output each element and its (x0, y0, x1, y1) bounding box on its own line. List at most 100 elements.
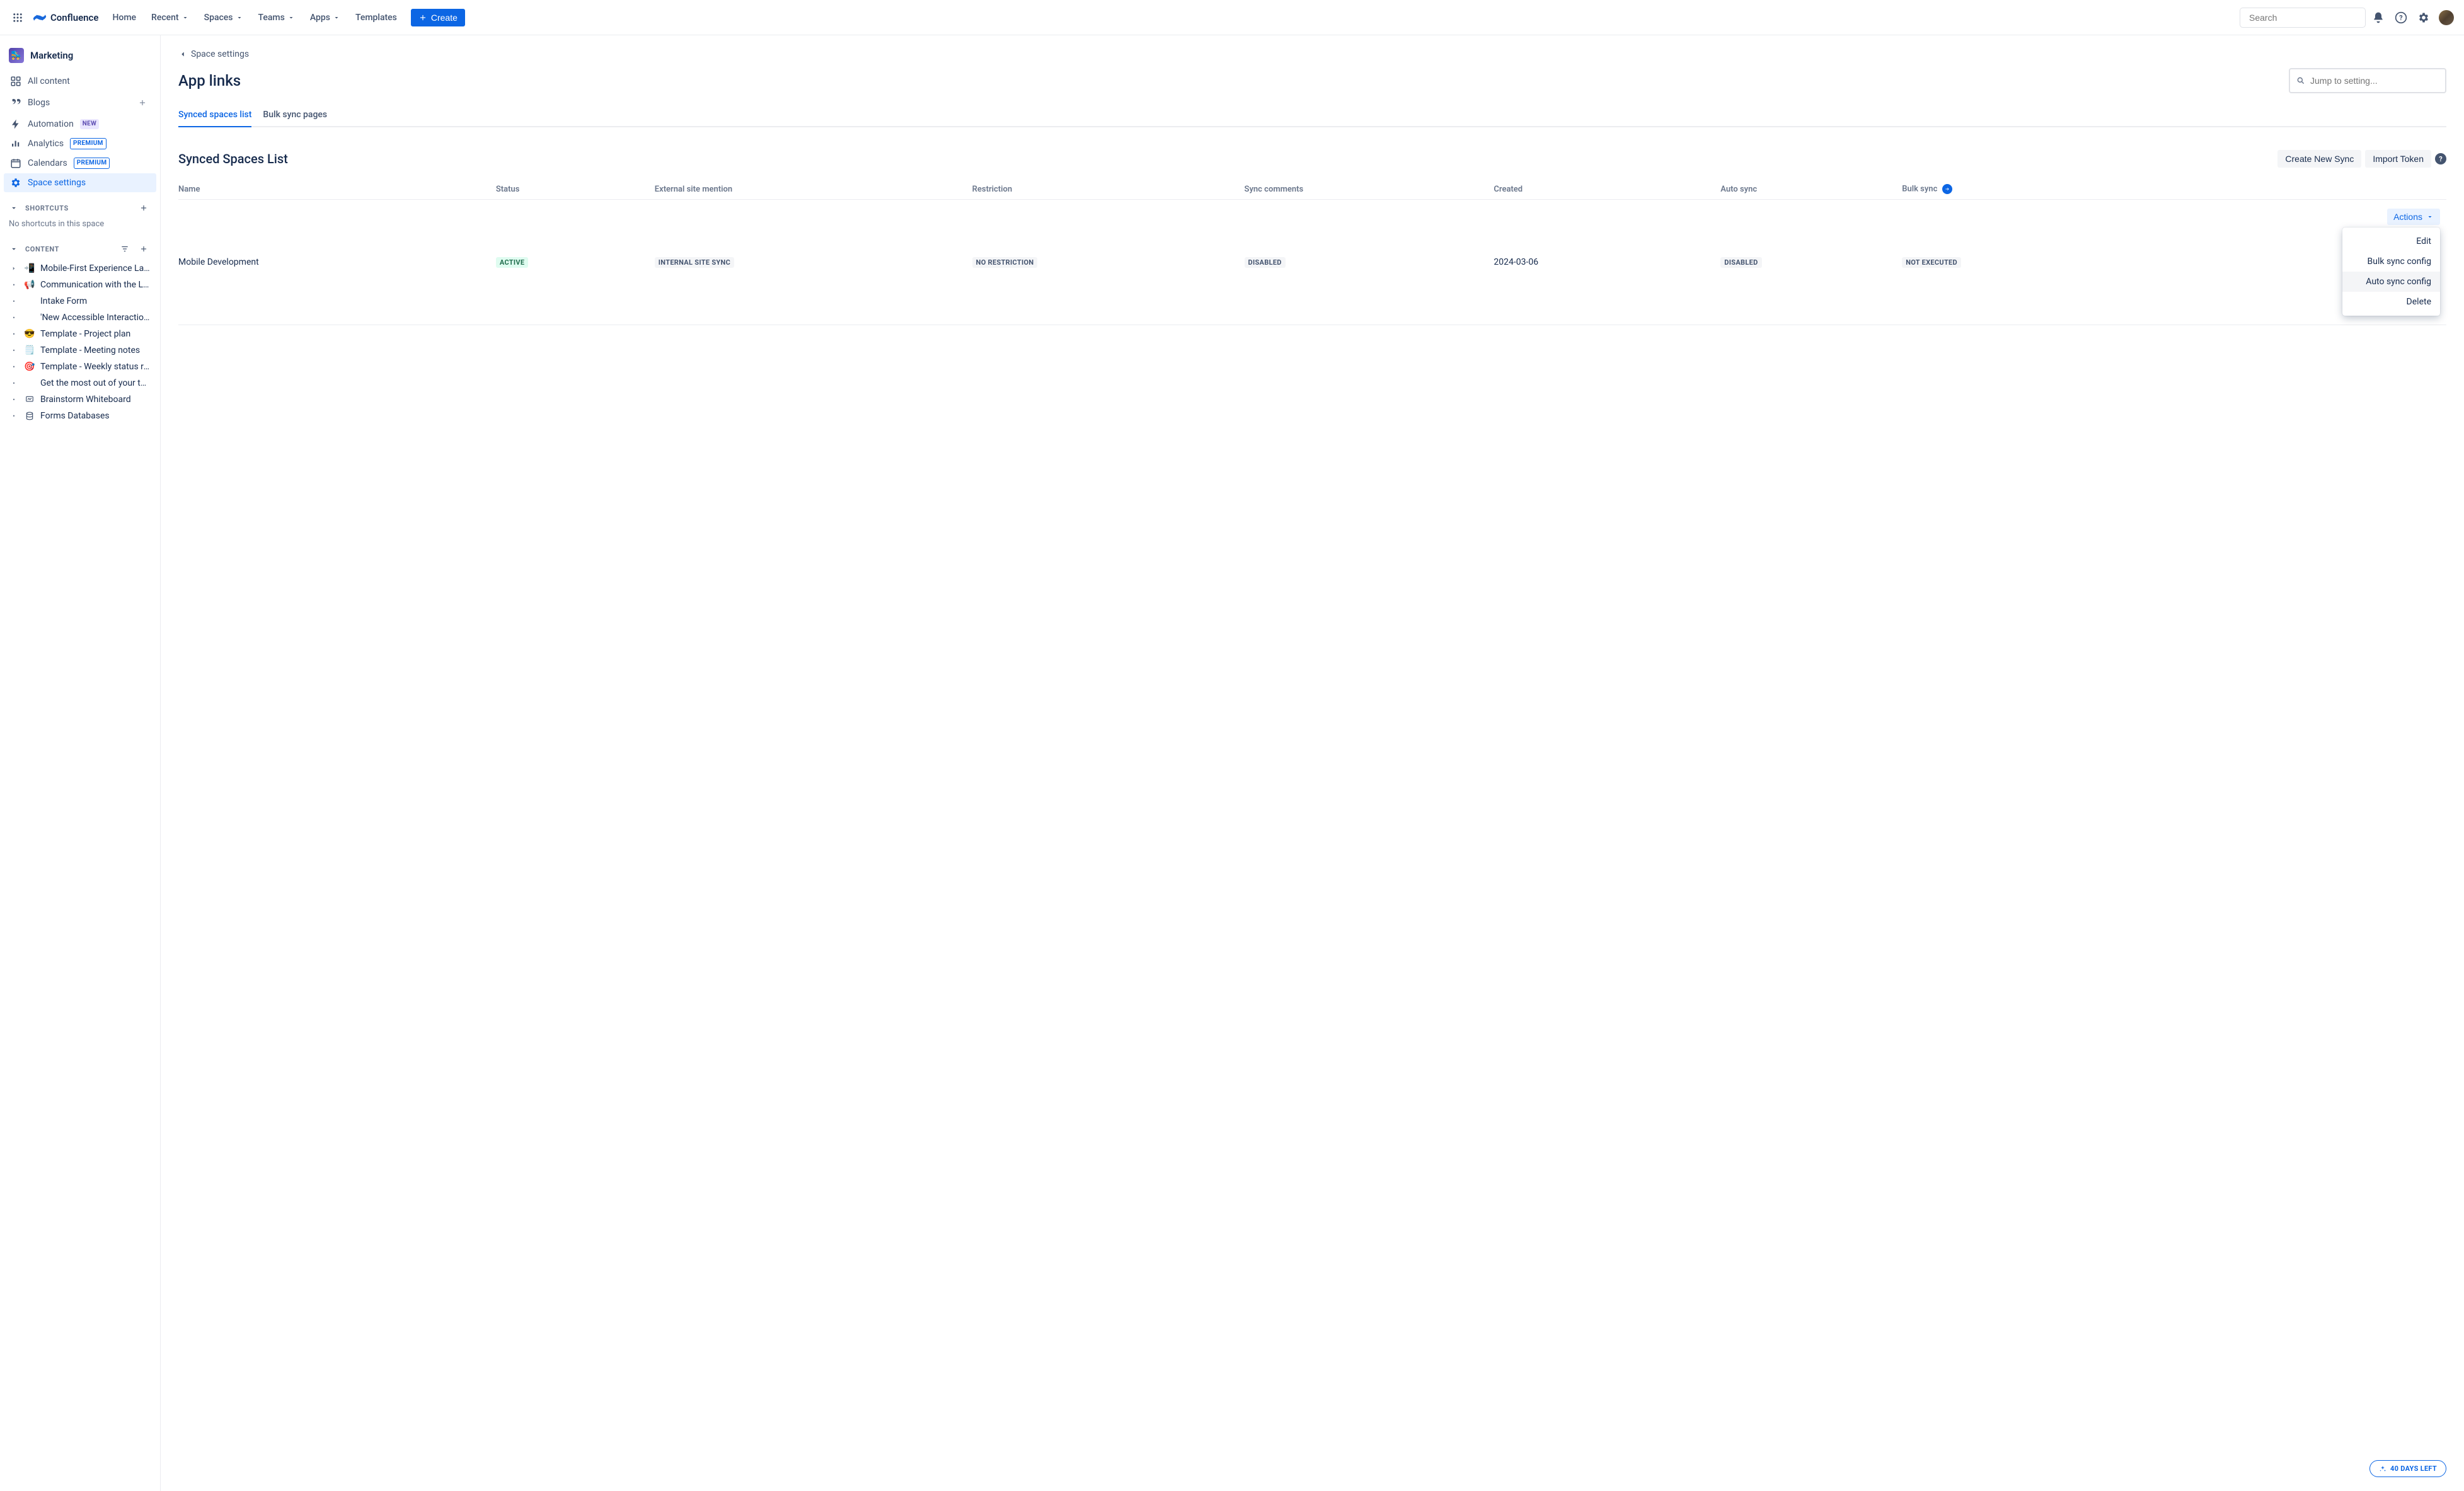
tree-item-icon (24, 412, 35, 420)
tree-item[interactable]: •🗒️Template - Meeting notes (4, 342, 156, 359)
menu-item-delete[interactable]: Delete (2342, 292, 2440, 312)
tree-item[interactable]: •Intake Form (4, 293, 156, 309)
top-nav-left: Confluence Home Recent Spaces Teams Apps… (8, 8, 465, 28)
menu-item-edit[interactable]: Edit (2342, 231, 2440, 251)
profile-button[interactable] (2436, 8, 2456, 28)
menu-item-auto-sync-config[interactable]: Auto sync config (2342, 272, 2440, 292)
tree-bullet: • (9, 363, 19, 371)
sidebar-item-calendars[interactable]: Calendars PREMIUM (4, 154, 156, 173)
nav-templates-label: Templates (355, 13, 397, 23)
tree-item-label: Get the most out of your team space (40, 378, 150, 388)
chevron-down-icon (333, 14, 340, 21)
brand-name: Confluence (50, 12, 98, 23)
app-switcher-button[interactable] (8, 8, 28, 28)
calendar-icon (10, 158, 21, 169)
nav-teams[interactable]: Teams (252, 9, 301, 26)
sidebar-nav: All content Blogs Automation NEW Analyti… (0, 71, 160, 194)
tab-synced-spaces[interactable]: Synced spaces list (178, 105, 251, 127)
sidebar-item-analytics[interactable]: Analytics PREMIUM (4, 134, 156, 153)
top-nav: Confluence Home Recent Spaces Teams Apps… (0, 0, 2464, 35)
th-external-site: External site mention (655, 179, 972, 200)
analytics-icon (10, 138, 21, 149)
sidebar-item-label: All content (28, 76, 150, 86)
search-icon (2296, 76, 2305, 85)
chevron-down-icon (236, 14, 243, 21)
tree-item-icon: 📲 (24, 263, 35, 273)
tabs: Synced spaces list Bulk sync pages (178, 105, 2446, 127)
shortcuts-header: SHORTCUTS (0, 194, 160, 218)
tree-item[interactable]: •Forms Databases (4, 408, 156, 424)
help-button[interactable]: ? (2391, 8, 2411, 28)
sidebar-item-space-settings[interactable]: Space settings (4, 173, 156, 192)
breadcrumb-link[interactable]: Space settings (191, 49, 249, 59)
add-content-button[interactable] (136, 241, 151, 256)
global-search[interactable] (2240, 8, 2366, 28)
space-header[interactable]: 🛼 Marketing (0, 40, 160, 71)
th-bulk-sync-label: Bulk sync (1902, 184, 1937, 193)
status-badge: NOT EXECUTED (1902, 257, 1961, 268)
nav-spaces[interactable]: Spaces (198, 9, 250, 26)
settings-button[interactable] (2414, 8, 2434, 28)
shortcuts-empty: No shortcuts in this space (0, 218, 160, 235)
global-search-input[interactable] (2249, 13, 2363, 23)
sidebar-item-blogs[interactable]: Blogs (4, 91, 156, 114)
notifications-button[interactable] (2368, 8, 2388, 28)
tree-expander[interactable] (9, 265, 19, 272)
import-token-button[interactable]: Import Token (2365, 150, 2431, 168)
section-actions: Create New Sync Import Token ? (2277, 150, 2446, 168)
nav-recent[interactable]: Recent (145, 9, 195, 26)
menu-item-bulk-sync-config[interactable]: Bulk sync config (2342, 251, 2440, 272)
create-new-sync-button[interactable]: Create New Sync (2277, 150, 2361, 168)
section-help-button[interactable]: ? (2435, 153, 2446, 164)
tree-bullet: • (9, 297, 19, 306)
tree-item[interactable]: •📢Communication with the Loop (4, 277, 156, 293)
filter-icon (120, 245, 129, 253)
tree-item[interactable]: •Brainstorm Whiteboard (4, 391, 156, 408)
tab-bulk-sync-pages[interactable]: Bulk sync pages (263, 105, 327, 127)
jump-to-setting[interactable] (2289, 68, 2446, 93)
tree-item-label: Communication with the Loop (40, 280, 150, 290)
create-button[interactable]: Create (411, 9, 465, 26)
content-sort-button[interactable] (117, 241, 132, 256)
sidebar-item-all-content[interactable]: All content (4, 72, 156, 91)
th-bulk-sync: Bulk sync (1902, 179, 2174, 200)
jump-to-setting-input[interactable] (2310, 76, 2439, 86)
tree-item[interactable]: •😎Template - Project plan (4, 326, 156, 342)
cell-auto-sync: DISABLED (1720, 200, 1902, 325)
shortcuts-collapse-button[interactable] (6, 200, 21, 216)
brand[interactable]: Confluence (33, 11, 98, 25)
tree-item[interactable]: •'New Accessible Interaction Anytime App… (4, 309, 156, 326)
nav-home[interactable]: Home (106, 9, 142, 26)
premium-badge: PREMIUM (74, 158, 110, 169)
add-shortcut-button[interactable] (136, 200, 151, 216)
nav-apps[interactable]: Apps (304, 9, 347, 26)
nav-templates[interactable]: Templates (349, 9, 403, 26)
trial-days-left-pill[interactable]: 40 DAYS LEFT (2369, 1460, 2446, 1477)
chevron-down-icon (181, 14, 189, 21)
sidebar-item-label: Automation (28, 119, 74, 129)
tree-item[interactable]: •Get the most out of your team space (4, 375, 156, 391)
status-badge: DISABLED (1245, 257, 1286, 268)
tree-item[interactable]: 📲Mobile-First Experience Launch - Projec… (4, 260, 156, 277)
row-actions-button[interactable]: Actions (2387, 209, 2440, 225)
content-collapse-button[interactable] (6, 241, 21, 256)
tree-item-icon: 📢 (24, 280, 35, 290)
all-content-icon (10, 76, 21, 87)
add-blog-button[interactable] (135, 95, 150, 110)
help-icon: ? (2395, 11, 2407, 24)
cell-sync-comments: DISABLED (1245, 200, 1494, 325)
bulk-sync-info-icon[interactable] (1942, 184, 1952, 194)
tree-item[interactable]: •🎯Template - Weekly status report (4, 359, 156, 375)
button-label: Create New Sync (2285, 154, 2354, 164)
app-switcher-icon (12, 12, 23, 23)
tree-item-icon: 🎯 (24, 362, 35, 372)
plus-icon (139, 204, 148, 212)
sidebar-item-label: Analytics (28, 139, 64, 149)
new-badge: NEW (80, 119, 99, 129)
sidebar-item-label: Calendars (28, 158, 67, 168)
actions-label: Actions (2393, 212, 2422, 222)
synced-spaces-table: Name Status External site mention Restri… (178, 179, 2446, 325)
cell-created: 2024-03-06 (1494, 200, 1720, 325)
cell-name: Mobile Development (178, 200, 496, 325)
sidebar-item-automation[interactable]: Automation NEW (4, 115, 156, 134)
